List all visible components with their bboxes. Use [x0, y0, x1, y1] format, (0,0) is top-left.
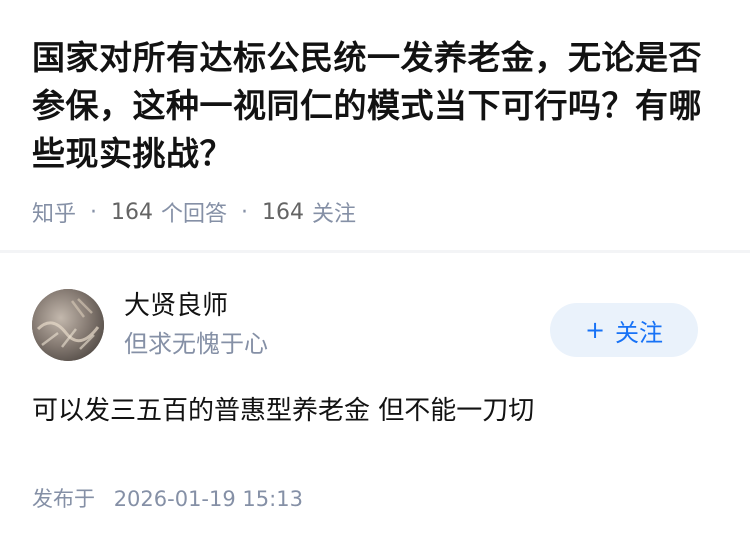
follow-count-label: 关注 — [312, 202, 357, 227]
answer-card: 大贤良师 但求无愧于心 + 关注 可以发三五百的普惠型养老金 但不能一刀切 发布… — [0, 289, 750, 513]
published-time: 2026-01-19 15:13 — [113, 487, 303, 511]
author-row: 大贤良师 但求无愧于心 + 关注 — [32, 289, 718, 361]
avatar-image — [32, 289, 104, 361]
answer-count-label[interactable]: 个回答 — [161, 196, 227, 228]
source-label[interactable]: 知乎 — [32, 196, 76, 228]
plus-icon: + — [584, 316, 606, 344]
follow-count: 164 — [262, 199, 305, 225]
author-info: 大贤良师 但求无愧于心 — [124, 289, 268, 361]
question-meta: 知乎 · 164 个回答 · 164 关注 — [32, 196, 716, 228]
author-name[interactable]: 大贤良师 — [124, 289, 268, 323]
follow-button[interactable]: + 关注 — [550, 303, 698, 357]
question-header: 国家对所有达标公民统一发养老金，无论是否参保，这种一视同仁的模式当下可行吗？有哪… — [0, 0, 750, 227]
meta-separator: · — [90, 199, 98, 225]
avatar[interactable] — [32, 289, 104, 361]
question-title[interactable]: 国家对所有达标公民统一发养老金，无论是否参保，这种一视同仁的模式当下可行吗？有哪… — [32, 34, 716, 178]
answer-meta: 发布于 2026-01-19 15:13 — [32, 483, 718, 513]
answer-content[interactable]: 可以发三五百的普惠型养老金 但不能一刀切 — [32, 391, 718, 431]
answer-count: 164 — [111, 199, 154, 225]
author-bio: 但求无愧于心 — [124, 330, 268, 358]
published-label: 发布于 — [32, 487, 95, 511]
follow-button-label: 关注 — [615, 318, 664, 347]
meta-separator: · — [241, 199, 249, 225]
section-divider — [0, 250, 750, 253]
